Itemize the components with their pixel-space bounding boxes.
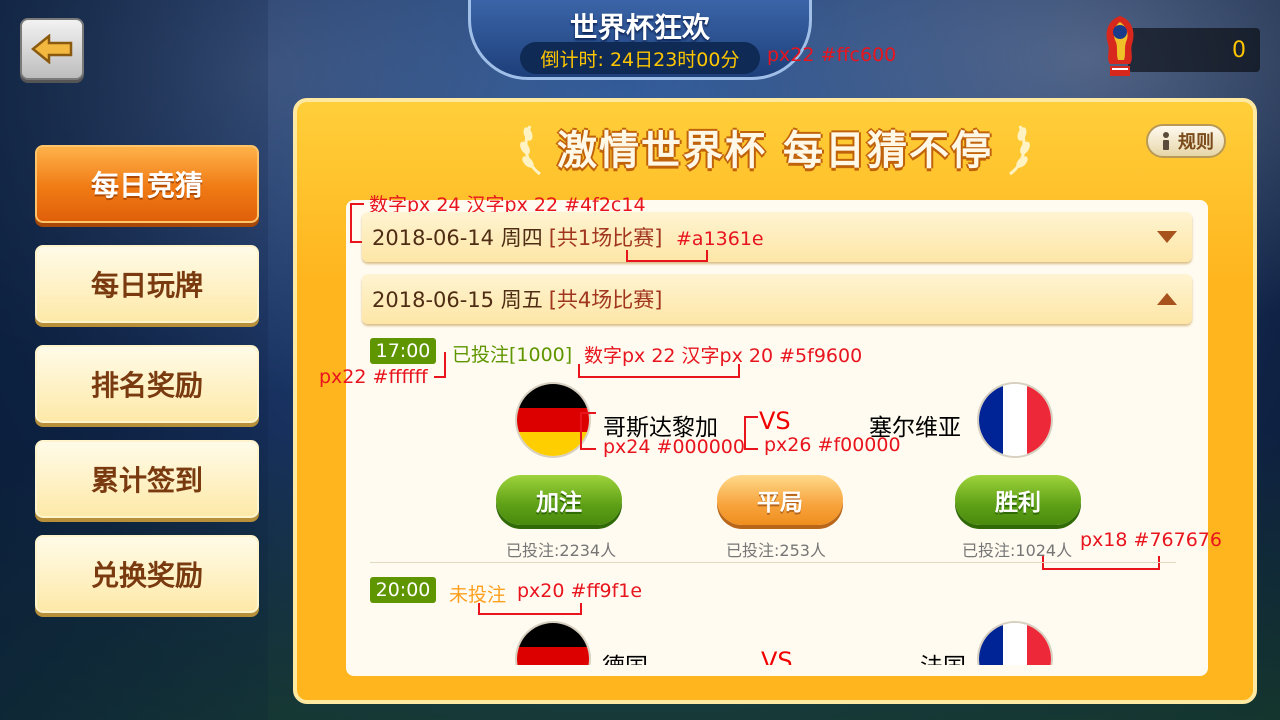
home-team-name: 德国 [602,647,648,665]
sidebar-item-daily-guess[interactable]: 每日竞猜 [35,145,259,223]
date-row-expanded[interactable]: 2018-06-15 周五 [共4场比赛] [362,274,1192,324]
bet-status: 已投注[1000] [452,344,573,366]
panel-title: 激情世界杯 每日猜不停 [557,128,993,174]
coin-balance: 0 [1128,28,1260,72]
match-time-badge: 20:00 [370,577,436,603]
draw-bet-count: 已投注:253人 [726,541,826,560]
page-title: 世界杯狂欢 [569,11,710,44]
annotation-time-badge: px22 #ffffff [319,366,428,388]
match-row-clip: 德国 VS 法国 [346,615,1208,665]
annotation-bracket [478,603,582,615]
sidebar-item-daily-play[interactable]: 每日玩牌 [35,245,259,323]
match-count: [共4场比赛] [548,288,663,312]
win-bet-button[interactable]: 胜利 [955,475,1081,525]
annotation-count-font: px18 #767676 [1080,529,1222,551]
away-team-name: 塞尔维亚 [869,415,961,441]
annotation-bracket [580,412,596,450]
annotation-bracket [744,416,758,450]
sidebar-item-ranking-rewards[interactable]: 排名奖励 [35,345,259,423]
date-label: 2018-06-15 周五 [372,288,543,312]
flag-germany-icon [517,623,589,665]
date-label: 2018-06-14 周四 [372,226,543,250]
sidebar-item-exchange[interactable]: 兑换奖励 [35,535,259,613]
annotation-count-color: #a1361e [676,228,764,250]
flag-france-icon [979,384,1051,456]
chevron-up-icon [1157,293,1177,305]
world-cup-trophy-icon [1106,16,1134,76]
date-row-collapsed[interactable]: 2018-06-14 周四 [共1场比赛] [362,212,1192,262]
annotation-bracket [578,364,740,378]
sidebar-item-checkin[interactable]: 累计签到 [35,440,259,518]
back-button[interactable] [20,18,84,80]
flag-france-icon [979,623,1051,665]
annotation-bracket [1042,556,1160,570]
flag-germany-icon [517,384,589,456]
away-team-name: 法国 [920,647,966,665]
raise-bet-count: 已投注:2234人 [506,541,617,560]
rules-button[interactable]: 规则 [1146,124,1226,158]
draw-bet-button[interactable]: 平局 [717,475,843,525]
rules-label: 规则 [1178,132,1214,153]
match-divider [370,562,1176,563]
raise-bet-button[interactable]: 加注 [496,475,622,525]
info-icon [1163,132,1169,150]
vs-label: VS [761,647,793,665]
countdown-timer: 倒计时: 24日23时00分 [520,42,760,74]
annotation-bracket [626,250,708,262]
match-count: [共1场比赛] [548,226,663,250]
match-time-badge: 17:00 [370,338,436,364]
back-arrow-icon [31,34,73,64]
chevron-down-icon [1157,231,1177,243]
annotation-bracket [434,352,446,378]
annotation-team-font: px24 #000000 [603,436,745,458]
vs-label: VS [759,407,791,435]
annotation-not-bet: px20 #ff9f1e [517,580,643,602]
annotation-countdown: px22 #ffc600 [767,44,897,66]
